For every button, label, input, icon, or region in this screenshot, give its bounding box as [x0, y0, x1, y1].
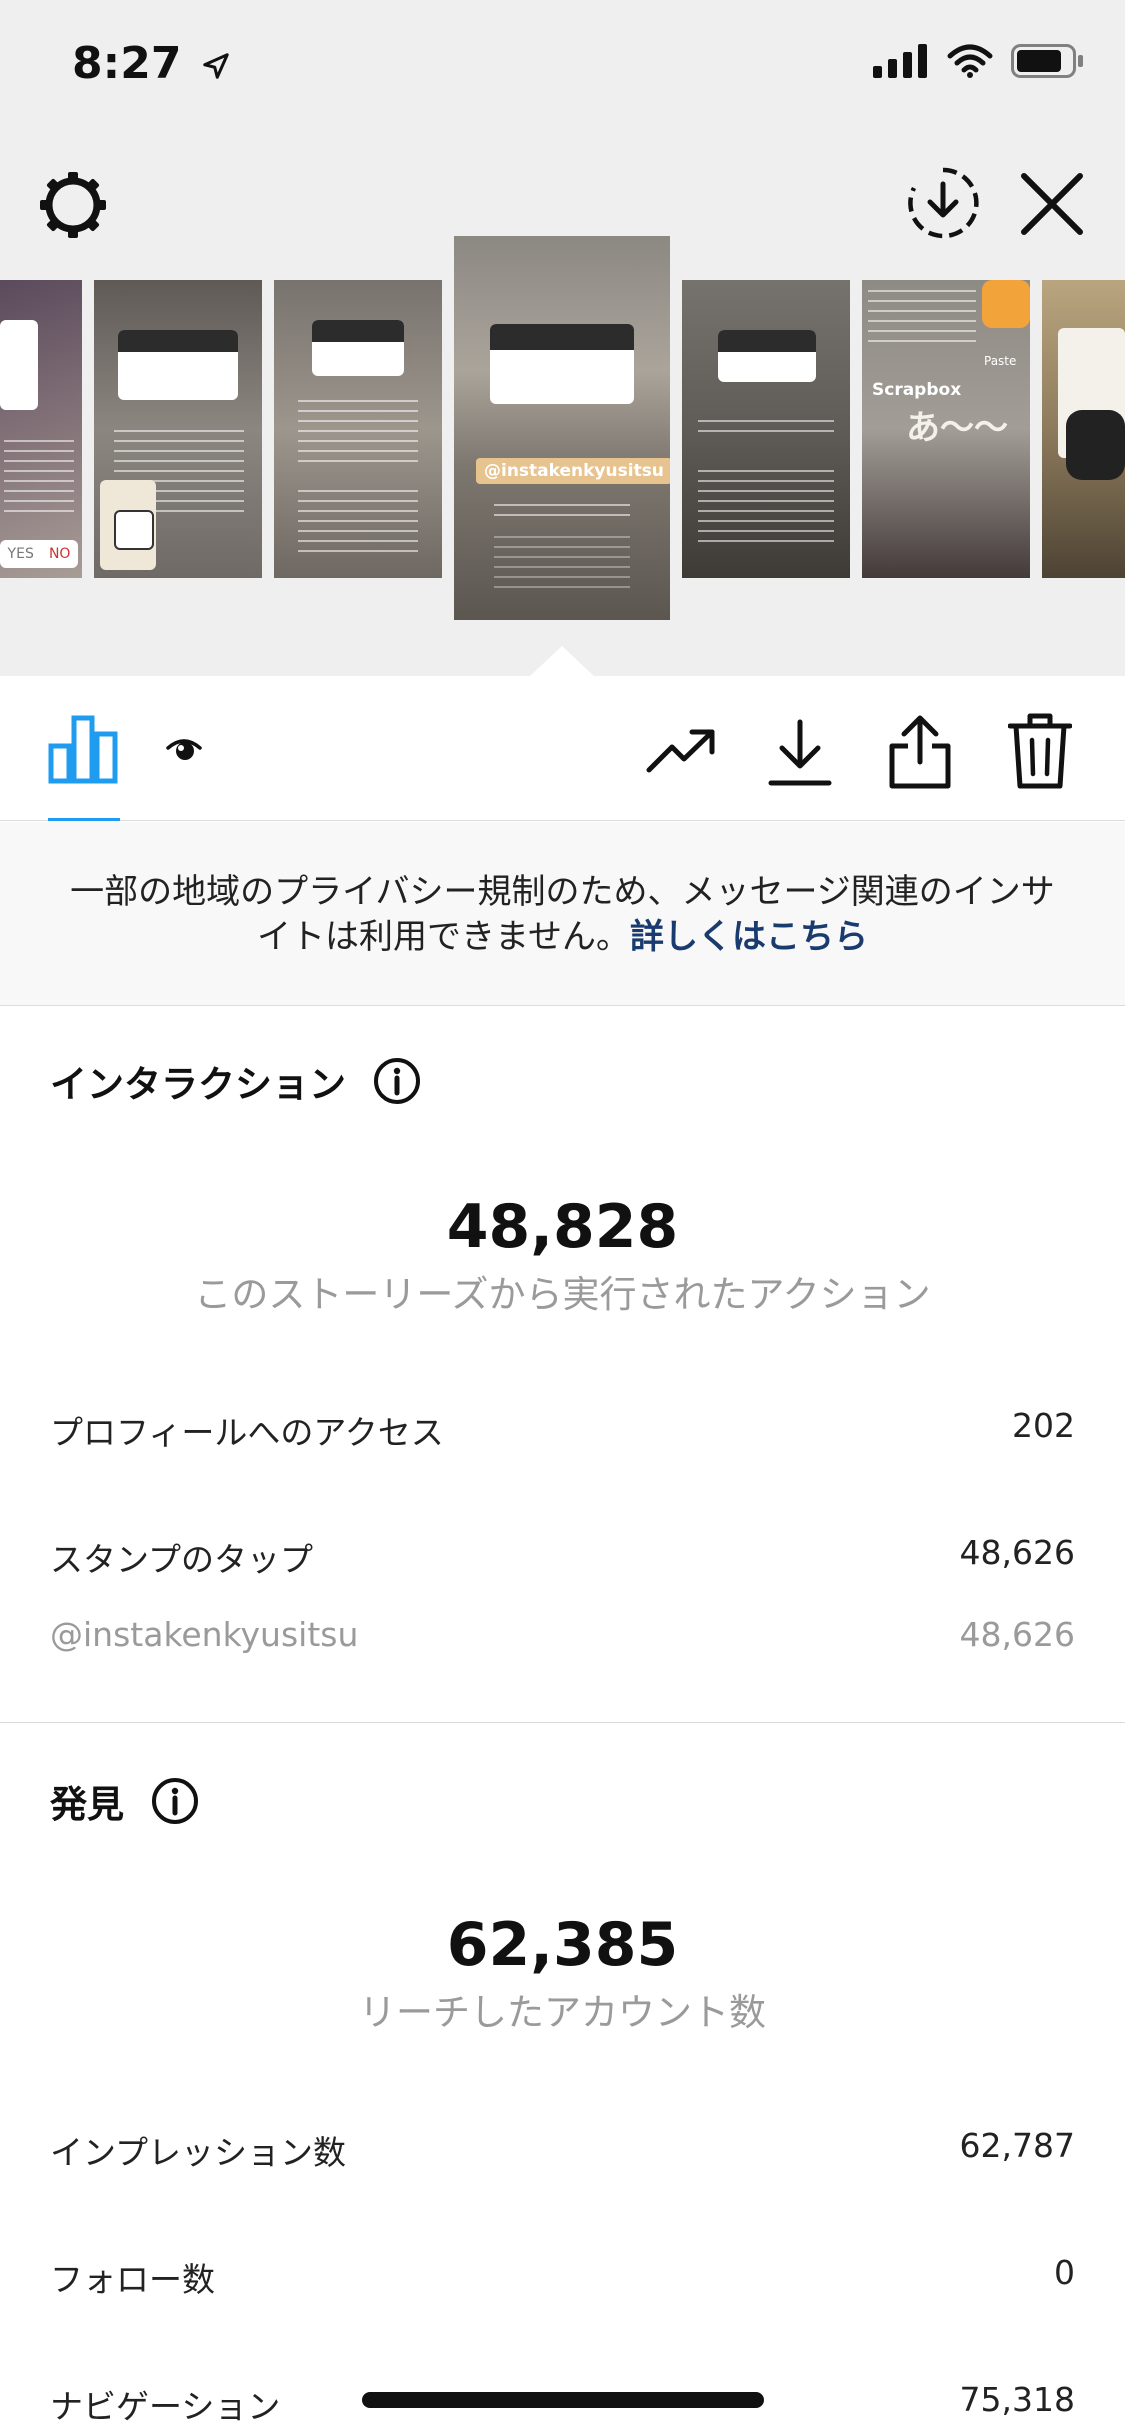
a-label: あ〜〜: [906, 408, 1008, 448]
status-icons: [873, 44, 1085, 78]
section-divider: [0, 1722, 1125, 1723]
no-label: NO: [48, 546, 71, 562]
active-tab-indicator: [48, 818, 120, 821]
metric-label: プロフィールへのアクセス: [50, 1413, 444, 1452]
story-thumbnail[interactable]: YES NO: [0, 280, 82, 578]
privacy-notice: 一部の地域のプライバシー規制のため、メッセージ関連のインサイトは利用できません。…: [0, 822, 1125, 1006]
download-icon[interactable]: [768, 718, 832, 788]
metric-label: フォロー数: [50, 2260, 215, 2299]
metric-value: 48,626: [959, 1615, 1075, 1654]
story-thumbnail[interactable]: [682, 280, 850, 578]
interactions-total-label: このストーリーズから実行されたアクション: [194, 1273, 931, 1316]
metric-value: 75,318: [959, 2380, 1075, 2419]
info-icon[interactable]: [372, 1056, 422, 1106]
story-thumbnail[interactable]: Paste Scrapbox あ〜〜: [862, 280, 1030, 578]
mention-sticker: @instakenkyusitsu: [476, 458, 670, 484]
info-icon[interactable]: [150, 1776, 200, 1826]
story-thumbnail[interactable]: [274, 280, 442, 578]
metric-value: 202: [1012, 1406, 1075, 1445]
learn-more-link[interactable]: 詳しくはこちら: [630, 917, 868, 957]
story-thumbnail-selected[interactable]: @instakenkyusitsu: [454, 236, 670, 620]
trash-icon[interactable]: [1008, 712, 1072, 790]
discovery-total: 62,385: [446, 1910, 679, 1980]
metric-row: インプレッション数 62,787: [50, 2126, 1075, 2174]
metric-label: @instakenkyusitsu: [50, 1615, 359, 1654]
home-indicator[interactable]: [362, 2392, 764, 2408]
cellular-signal-icon: [873, 44, 927, 78]
battery-icon: [1011, 44, 1083, 78]
discovery-total-label: リーチしたアカウント数: [359, 1991, 766, 2034]
metric-row: フォロー数 0: [50, 2253, 1075, 2301]
scrapbox-label: Scrapbox: [872, 380, 962, 400]
metric-value: 0: [1054, 2253, 1075, 2292]
metric-label: ナビゲーション: [50, 2387, 281, 2426]
location-arrow-icon: [203, 53, 229, 79]
status-time: 8:27: [72, 38, 231, 89]
metric-row: スタンプのタップ 48,626: [50, 1533, 1075, 1581]
yes-label: YES: [7, 546, 34, 562]
metric-subrow: @instakenkyusitsu 48,626: [50, 1615, 1075, 1654]
metric-label: スタンプのタップ: [50, 1540, 314, 1579]
story-thumbnail[interactable]: [1042, 280, 1125, 578]
eye-icon[interactable]: [166, 734, 202, 764]
notice-text: 一部の地域のプライバシー規制のため、メッセージ関連のインサイトは利用できません。: [70, 872, 1055, 957]
thumbnail-object: [1066, 410, 1125, 480]
metric-value: 48,626: [959, 1533, 1075, 1572]
metric-row: プロフィールへのアクセス 202: [50, 1406, 1075, 1454]
interactions-title: インタラクション: [50, 1063, 346, 1106]
close-icon[interactable]: [1018, 170, 1086, 238]
bar-chart-icon[interactable]: [48, 714, 118, 784]
story-thumbnail[interactable]: [94, 280, 262, 578]
discovery-section-title: 発見: [50, 1774, 200, 1828]
gear-icon[interactable]: [38, 170, 108, 240]
share-icon[interactable]: [888, 714, 952, 790]
metric-label: インプレッション数: [50, 2133, 347, 2172]
selected-pointer: [528, 646, 596, 678]
paste-label: Paste: [984, 354, 1017, 368]
trending-up-icon[interactable]: [646, 726, 718, 776]
discovery-title: 発見: [50, 1783, 124, 1826]
interactions-total: 48,828: [446, 1192, 679, 1262]
paste-app-icon: [982, 280, 1030, 328]
wifi-icon: [947, 44, 993, 78]
metric-value: 62,787: [959, 2126, 1075, 2165]
interactions-section-title: インタラクション: [50, 1054, 422, 1108]
download-circle-icon[interactable]: [906, 166, 980, 240]
